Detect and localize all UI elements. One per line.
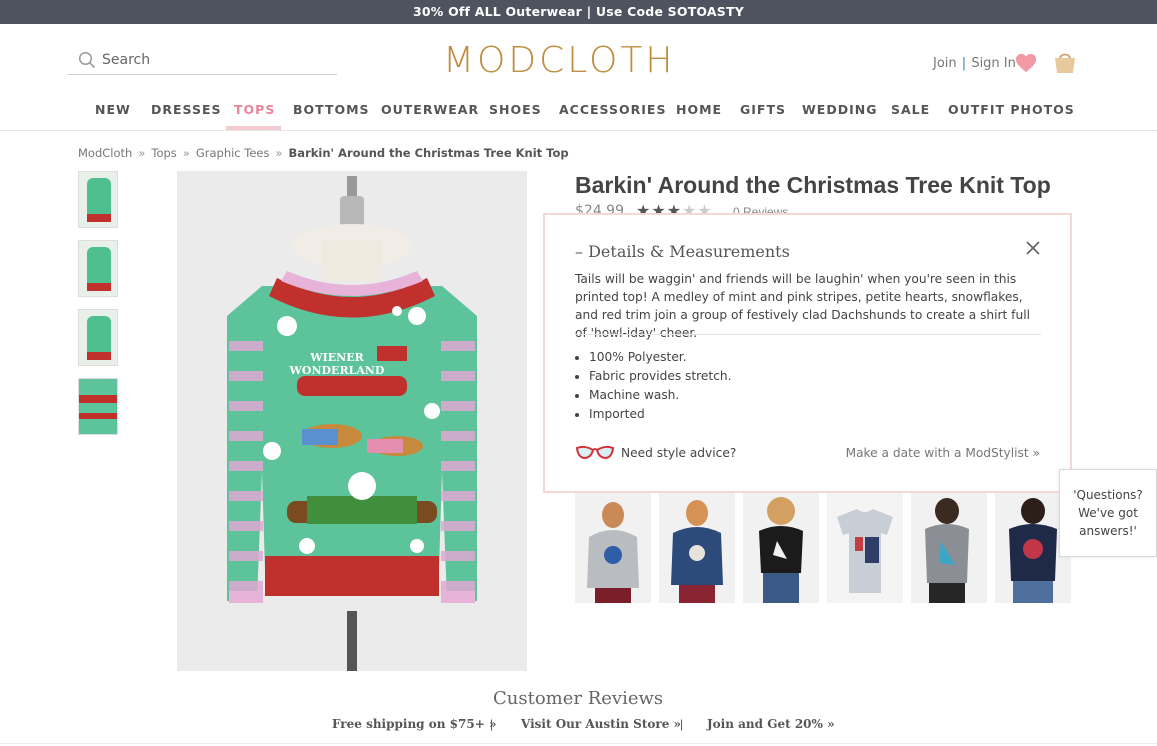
- sweater-text-wonderland: WONDERLAND: [289, 364, 385, 377]
- promo-banner[interactable]: 30% Off ALL Outerwear | Use Code SOTOAST…: [0, 0, 1157, 24]
- breadcrumb-separator: »: [275, 146, 283, 160]
- nav-item-shoes[interactable]: SHOES: [489, 102, 542, 117]
- nav-item-tops[interactable]: TOPS: [234, 102, 275, 117]
- product-main-image[interactable]: WIENER WONDERLAND: [177, 171, 527, 671]
- search-icon: [78, 51, 96, 69]
- footer-separator: |: [490, 717, 494, 731]
- search-bar[interactable]: Search: [68, 48, 337, 75]
- nav-active-indicator: [226, 126, 281, 130]
- detail-bullet: Imported: [589, 405, 732, 424]
- site-logo[interactable]: MODCLOTH: [443, 40, 708, 81]
- detail-bullet: Fabric provides stretch.: [589, 367, 732, 386]
- outfit-photo[interactable]: [911, 493, 987, 603]
- nav-item-outerwear[interactable]: OUTERWEAR: [381, 102, 479, 117]
- product-thumbnail[interactable]: [78, 240, 118, 297]
- breadcrumb: ModCloth » Tops » Graphic Tees » Barkin' Aroun…: [78, 146, 569, 160]
- signin-link[interactable]: Sign In: [971, 56, 1016, 71]
- details-measurements-panel: – Details & Measurements Tails will be w…: [543, 213, 1072, 493]
- product-description: Tails will be waggin' and friends will b…: [575, 272, 1030, 340]
- sweater-text-wiener: WIENER: [309, 351, 364, 364]
- customer-reviews-heading: Customer Reviews: [493, 688, 664, 709]
- details-heading[interactable]: – Details & Measurements: [575, 242, 790, 261]
- product-thumbnail[interactable]: [78, 309, 118, 366]
- cat-eye-glasses-icon: [575, 445, 615, 460]
- main-nav: NEW DRESSES TOPS BOTTOMS OUTERWEAR SHOES…: [0, 100, 1157, 131]
- breadcrumb-separator: »: [138, 146, 146, 160]
- nav-item-outfit-photos[interactable]: OUTFIT PHOTOS: [948, 102, 1075, 117]
- account-links: Join | Sign In: [933, 56, 1016, 71]
- free-shipping-link[interactable]: Free shipping on $75+ »: [332, 717, 496, 731]
- detail-bullet: 100% Polyester.: [589, 348, 732, 367]
- close-icon[interactable]: [1025, 240, 1041, 256]
- breadcrumb-link-tops[interactable]: Tops: [151, 146, 176, 160]
- shopping-bag-icon[interactable]: [1052, 49, 1078, 75]
- austin-store-link[interactable]: Visit Our Austin Store »: [521, 717, 681, 731]
- search-placeholder[interactable]: Search: [102, 52, 150, 68]
- breadcrumb-link-modcloth[interactable]: ModCloth: [78, 146, 132, 160]
- nav-item-accessories[interactable]: ACCESSORIES: [559, 102, 666, 117]
- sweater-illustration: WIENER WONDERLAND: [177, 171, 527, 671]
- heart-icon[interactable]: [1015, 52, 1037, 74]
- outfit-photo[interactable]: [743, 493, 819, 603]
- questions-chat-widget[interactable]: 'Questions? We've got answers!': [1059, 469, 1157, 557]
- breadcrumb-link-graphic-tees[interactable]: Graphic Tees: [196, 146, 270, 160]
- modstylist-link[interactable]: Make a date with a ModStylist »: [846, 446, 1040, 460]
- outfit-photo[interactable]: [575, 493, 651, 603]
- footer-separator: |: [680, 717, 684, 731]
- chat-line: answers!': [1079, 524, 1137, 538]
- footer-divider: [0, 743, 1157, 744]
- detail-bullet: Machine wash.: [589, 386, 732, 405]
- nav-item-sale[interactable]: SALE: [891, 102, 930, 117]
- join-discount-link[interactable]: Join and Get 20% »: [707, 717, 835, 731]
- footer-promo-bar: Free shipping on $75+ » | Visit Our Aust…: [0, 712, 1157, 746]
- product-thumbnail[interactable]: [78, 378, 118, 435]
- chat-line: 'Questions?: [1073, 488, 1143, 502]
- account-separator: |: [961, 56, 967, 71]
- nav-item-home[interactable]: HOME: [676, 102, 722, 117]
- breadcrumb-current: Barkin' Around the Christmas Tree Knit T…: [288, 146, 569, 160]
- product-thumbnail[interactable]: [78, 171, 118, 228]
- nav-item-wedding[interactable]: WEDDING: [802, 102, 877, 117]
- style-advice-label: Need style advice?: [621, 446, 737, 460]
- details-bullets: 100% Polyester. Fabric provides stretch.…: [589, 348, 732, 424]
- nav-item-gifts[interactable]: GIFTS: [740, 102, 786, 117]
- outfit-photo[interactable]: [659, 493, 735, 603]
- nav-item-new[interactable]: NEW: [95, 102, 131, 117]
- product-title: Barkin' Around the Christmas Tree Knit T…: [575, 172, 1051, 198]
- chat-line: We've got: [1078, 506, 1138, 520]
- outfit-photo[interactable]: [827, 493, 903, 603]
- nav-item-dresses[interactable]: DRESSES: [151, 102, 222, 117]
- nav-item-bottoms[interactable]: BOTTOMS: [293, 102, 370, 117]
- breadcrumb-separator: »: [182, 146, 190, 160]
- details-divider: [575, 334, 1041, 335]
- join-link[interactable]: Join: [933, 56, 957, 71]
